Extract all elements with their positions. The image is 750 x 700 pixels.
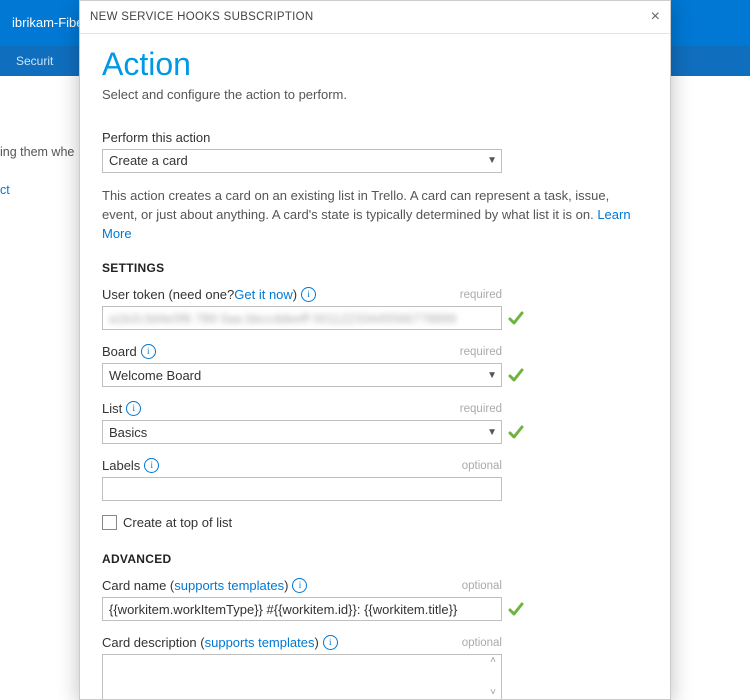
perform-action-label: Perform this action [102, 130, 648, 145]
modal-header: NEW SERVICE HOOKS SUBSCRIPTION × [80, 1, 670, 34]
action-description: This action creates a card on an existin… [102, 187, 648, 244]
background-link-fragment[interactable]: ct [0, 183, 10, 197]
valid-check-icon [508, 310, 524, 326]
info-icon[interactable]: i [144, 458, 159, 473]
required-hint: required [460, 403, 502, 415]
user-token-label: User token (need one? Get it now ) i req… [102, 287, 502, 302]
checkbox-icon[interactable] [102, 515, 117, 530]
valid-check-icon [508, 601, 524, 617]
card-name-input[interactable] [102, 597, 502, 621]
optional-hint: optional [462, 580, 502, 592]
user-token-input[interactable]: a1b2c3d4e5f6 789 0aa bbccddeeff 00112233… [102, 306, 502, 330]
valid-check-icon [508, 424, 524, 440]
supports-templates-link[interactable]: supports templates [205, 635, 315, 650]
chevron-down-icon: ▼ [487, 155, 497, 166]
page-subtitle: Select and configure the action to perfo… [102, 87, 648, 102]
modal-header-title: NEW SERVICE HOOKS SUBSCRIPTION [90, 11, 314, 23]
card-description-label: Card description (supports templates) i … [102, 635, 502, 650]
labels-label: Labels i optional [102, 458, 502, 473]
required-hint: required [460, 346, 502, 358]
create-top-checkbox-row[interactable]: Create at top of list [102, 515, 648, 530]
optional-hint: optional [462, 637, 502, 649]
card-description-textarea[interactable] [102, 654, 502, 699]
supports-templates-link[interactable]: supports templates [174, 578, 284, 593]
board-label: Board i required [102, 344, 502, 359]
create-top-label: Create at top of list [123, 515, 232, 530]
valid-check-icon [508, 367, 524, 383]
perform-action-value: Create a card [109, 153, 188, 168]
settings-heading: SETTINGS [102, 261, 648, 275]
list-value: Basics [109, 425, 147, 440]
page-title: Action [102, 46, 648, 83]
get-it-now-link[interactable]: Get it now [234, 287, 293, 302]
chevron-down-icon: ▼ [487, 370, 497, 381]
advanced-heading: ADVANCED [102, 552, 648, 566]
required-hint: required [460, 289, 502, 301]
perform-action-select[interactable]: Create a card ▼ [102, 149, 502, 173]
chevron-down-icon: ▼ [487, 427, 497, 438]
info-icon[interactable]: i [301, 287, 316, 302]
info-icon[interactable]: i [126, 401, 141, 416]
optional-hint: optional [462, 460, 502, 472]
background-text-fragment: ing them whe [0, 145, 74, 159]
labels-input[interactable] [102, 477, 502, 501]
service-hooks-subscription-modal: NEW SERVICE HOOKS SUBSCRIPTION × Action … [79, 0, 671, 700]
board-value: Welcome Board [109, 368, 201, 383]
info-icon[interactable]: i [141, 344, 156, 359]
list-select[interactable]: Basics ▼ [102, 420, 502, 444]
close-icon[interactable]: × [651, 9, 660, 25]
info-icon[interactable]: i [323, 635, 338, 650]
list-label: List i required [102, 401, 502, 416]
board-select[interactable]: Welcome Board ▼ [102, 363, 502, 387]
info-icon[interactable]: i [292, 578, 307, 593]
subnav-tab-security[interactable]: Securit [0, 46, 69, 76]
card-name-label: Card name (supports templates) i optiona… [102, 578, 502, 593]
